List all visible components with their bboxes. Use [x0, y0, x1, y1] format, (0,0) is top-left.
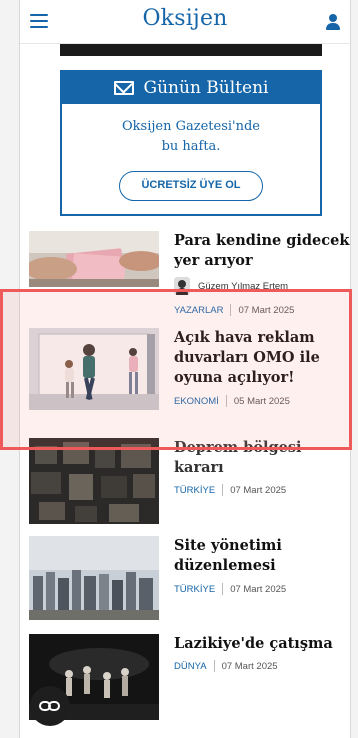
article-info: Deprem bölgesi kararı TÜRKİYE 07 Mart 20… [174, 438, 352, 496]
meta-divider [225, 395, 227, 407]
newsletter-box: Günün Bülteni Oksijen Gazetesi'nde bu ha… [60, 70, 322, 216]
meta-divider [230, 304, 232, 316]
newsletter-header: Günün Bülteni [62, 72, 320, 104]
envelope-icon [113, 81, 134, 95]
free-signup-button[interactable]: ÜCRETSİZ ÜYE OL [119, 171, 263, 201]
newsletter-line-1: Oksijen Gazetesi'nde [122, 119, 260, 134]
author-name: Güzem Yılmaz Ertem [198, 280, 289, 292]
article-thumbnail[interactable] [29, 536, 159, 620]
article-title[interactable]: Lazikiye'de çatışma [174, 634, 352, 654]
article-info: Para kendine gidecek yer arıyor Güzem Yı… [174, 231, 352, 295]
article-info: Açık hava reklam duvarları OMO ile oyuna… [174, 328, 352, 407]
article-title[interactable]: Site yönetimi düzenlemesi [174, 536, 352, 576]
author-avatar [174, 277, 190, 295]
article-meta: TÜRKİYE 07 Mart 2025 [174, 583, 352, 595]
article-item[interactable]: Site yönetimi düzenlemesi TÜRKİYE 07 Mar… [29, 536, 349, 620]
article-category[interactable]: EKONOMİ [174, 396, 219, 407]
article-date: 05 Mart 2025 [233, 395, 290, 407]
article-item[interactable]: Açık hava reklam duvarları OMO ile oyuna… [29, 328, 349, 410]
article-title[interactable]: Deprem bölgesi kararı [174, 438, 352, 478]
meta-divider [222, 484, 224, 496]
site-logo[interactable]: Oksijen [20, 6, 350, 31]
article-thumbnail[interactable] [29, 231, 159, 287]
article-item[interactable]: Lazikiye'de çatışma DÜNYA 07 Mart 2025 [29, 634, 349, 720]
article-author[interactable]: Güzem Yılmaz Ertem [174, 277, 352, 295]
user-account-icon[interactable] [326, 14, 340, 30]
article-date: 07 Mart 2025 [230, 583, 287, 595]
article-item[interactable]: Para kendine gidecek yer arıyor Güzem Yı… [29, 231, 349, 317]
article-category[interactable]: TÜRKİYE [174, 485, 215, 496]
article-meta: DÜNYA 07 Mart 2025 [174, 660, 352, 672]
article-meta: YAZARLAR 07 Mart 2025 [174, 304, 294, 316]
newsletter-line-2: bu hafta. [161, 139, 221, 154]
article-title[interactable]: Para kendine gidecek yer arıyor [174, 231, 352, 271]
site-header: Oksijen [20, 0, 350, 44]
article-item[interactable]: Deprem bölgesi kararı TÜRKİYE 07 Mart 20… [29, 438, 349, 524]
newsletter-description: Oksijen Gazetesi'nde bu hafta. [62, 117, 320, 157]
article-category[interactable]: DÜNYA [174, 661, 207, 672]
article-info: Lazikiye'de çatışma DÜNYA 07 Mart 2025 [174, 634, 352, 672]
article-date: 07 Mart 2025 [230, 484, 287, 496]
article-category[interactable]: TÜRKİYE [174, 584, 215, 595]
article-meta: TÜRKİYE 07 Mart 2025 [174, 484, 352, 496]
browser-frame-left [0, 0, 20, 738]
article-category[interactable]: YAZARLAR [174, 305, 223, 316]
article-meta: EKONOMİ 05 Mart 2025 [174, 395, 352, 407]
article-info: Site yönetimi düzenlemesi TÜRKİYE 07 Mar… [174, 536, 352, 595]
link-icon [39, 701, 61, 711]
previous-article-image[interactable] [60, 44, 322, 56]
newsletter-title: Günün Bülteni [143, 78, 269, 98]
article-date: 07 Mart 2025 [238, 304, 295, 316]
article-thumbnail[interactable] [29, 328, 159, 410]
meta-divider [222, 583, 224, 595]
article-date: 07 Mart 2025 [221, 660, 278, 672]
article-title[interactable]: Açık hava reklam duvarları OMO ile oyuna… [174, 328, 352, 388]
article-thumbnail[interactable] [29, 438, 159, 524]
cookie-settings-button[interactable] [30, 686, 70, 726]
meta-divider [213, 660, 215, 672]
